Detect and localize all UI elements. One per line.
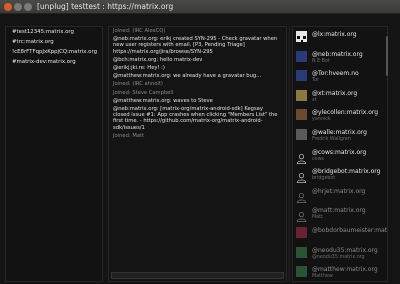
member-display-name: bridgebot [312,176,336,182]
member-name: @hrjet:matrix.org [312,187,366,195]
room-item[interactable]: #trc:matrix.org [6,37,102,47]
room-item[interactable]: #test12345:matrix.org [6,27,102,37]
member-name: @lx:matrix.org [312,31,357,38]
member-item[interactable]: @neb:matrix.org N E Bot [296,50,384,68]
close-window-button[interactable] [4,3,12,11]
member-display-name: xt [312,97,317,103]
member-item[interactable]: @matthew:matrix.org Matthew [296,265,384,281]
member-name: @neb:matrix.org [312,50,363,58]
chat-message: @matthew:matrix.org: waves to Steve [113,97,213,104]
member-item[interactable]: @bobdorbaumeister:mat [296,226,388,244]
member-name: @walle:matrix.org [312,129,367,136]
member-display-name: yannick [312,117,331,123]
membership-event: Joined: Steve Campbell [113,89,174,96]
person-outline-icon [296,168,307,184]
membership-event: Joined: (IRC ahnolt) [113,81,163,88]
member-display-name: Matthew [312,274,333,280]
member-name: @bridgebot:matrix.org [312,168,381,176]
window-title: [unplug] testtest : https://matrix.org [37,2,174,11]
message-list: Joined: (IRC AlexCQ) @neb:matrix.org: eri… [109,27,286,140]
member-display-name: Matt [312,215,323,221]
member-name: @xt:matrix.org [312,89,358,97]
window-titlebar: [unplug] testtest : https://matrix.org [0,0,400,14]
member-item[interactable]: @hrjet:matrix.org [296,187,384,205]
member-item[interactable]: @xt:matrix.org xt [296,89,384,107]
message-timeline: Joined: (IRC AlexCQ) @neb:matrix.org: eri… [108,26,287,282]
room-item[interactable]: #matrix-dev:matrix.org [6,57,102,67]
minimize-window-button[interactable] [14,3,22,11]
membership-event: Joined: (IRC AlexCQ) [113,28,166,34]
member-name: @bobdorbaumeister:mat [312,227,388,234]
pane-divider[interactable] [289,26,290,282]
person-outline-icon [296,188,307,203]
room-item[interactable]: !cE8rFTFqpJxKppjCQ:matrix.org [6,47,102,57]
member-name: @Tor:hveem.no [312,70,359,78]
member-name: @ylecollen:matrix.org [312,109,379,117]
tor-avatar [296,70,307,82]
member-item[interactable]: @matt:matrix.org Matt [296,206,384,224]
chat-message: @neb:matrix.org: erikj created SYN-295 -… [113,36,278,55]
member-display-name: cows [312,156,324,162]
message-input[interactable] [111,272,284,279]
bobdorbaumeister-avatar [296,227,307,238]
xt-avatar [296,89,307,101]
member-display-name: N E Bot [312,58,330,64]
member-name: @neodu35:matrix.org [312,246,378,254]
member-name: @cows:matrix.org [312,148,367,156]
chat-message: @matthew:matrix.org: we already have a g… [113,73,262,80]
chat-message: @bch:matrix.org: hello matrix-dev [113,56,203,63]
walle-avatar [296,129,307,140]
ylecollen-avatar [296,109,307,121]
qr-pattern-avatar [296,31,307,45]
member-item[interactable]: @walle:matrix.org Fredrik Wallgren [296,128,384,146]
member-list: @lx:matrix.org @neb:matrix.org N E Bot @Tor… [292,26,388,282]
member-item[interactable]: @neodu35:matrix.org @neodu35:matrix.org [296,246,384,264]
matthew-avatar [296,266,307,278]
member-list-scrollbar[interactable] [386,36,388,76]
neb-logo-avatar [296,50,307,62]
member-item[interactable]: @lx:matrix.org [296,30,384,48]
neodu35-avatar [296,246,307,258]
member-display-name: Fredrik Wallgren [312,137,351,142]
chat-message: @erikj:jki.re: Hey! :) [113,65,165,72]
member-name: @matthew:matrix.org [312,266,378,274]
member-name: @matt:matrix.org [312,207,366,215]
member-item[interactable]: @bridgebot:matrix.org bridgebot [296,167,384,185]
person-outline-icon [296,149,307,164]
member-item[interactable]: @Tor:hveem.no Tor [296,69,384,87]
main-area: #test12345:matrix.org #trc:matrix.org !c… [0,14,400,284]
room-list: #test12345:matrix.org #trc:matrix.org !c… [5,26,103,282]
person-outline-icon [296,207,307,223]
membership-event: Joined: Matt [113,132,145,139]
member-display-name: @neodu35:matrix.org [312,254,365,260]
member-item[interactable]: @ylecollen:matrix.org yannick [296,108,384,126]
member-display-name: Tor [312,78,320,84]
chat-message: @neb:matrix.org: [matrix-org/matrix-andr… [113,106,278,131]
member-item[interactable]: @cows:matrix.org cows [296,148,384,166]
maximize-window-button[interactable] [24,3,32,11]
